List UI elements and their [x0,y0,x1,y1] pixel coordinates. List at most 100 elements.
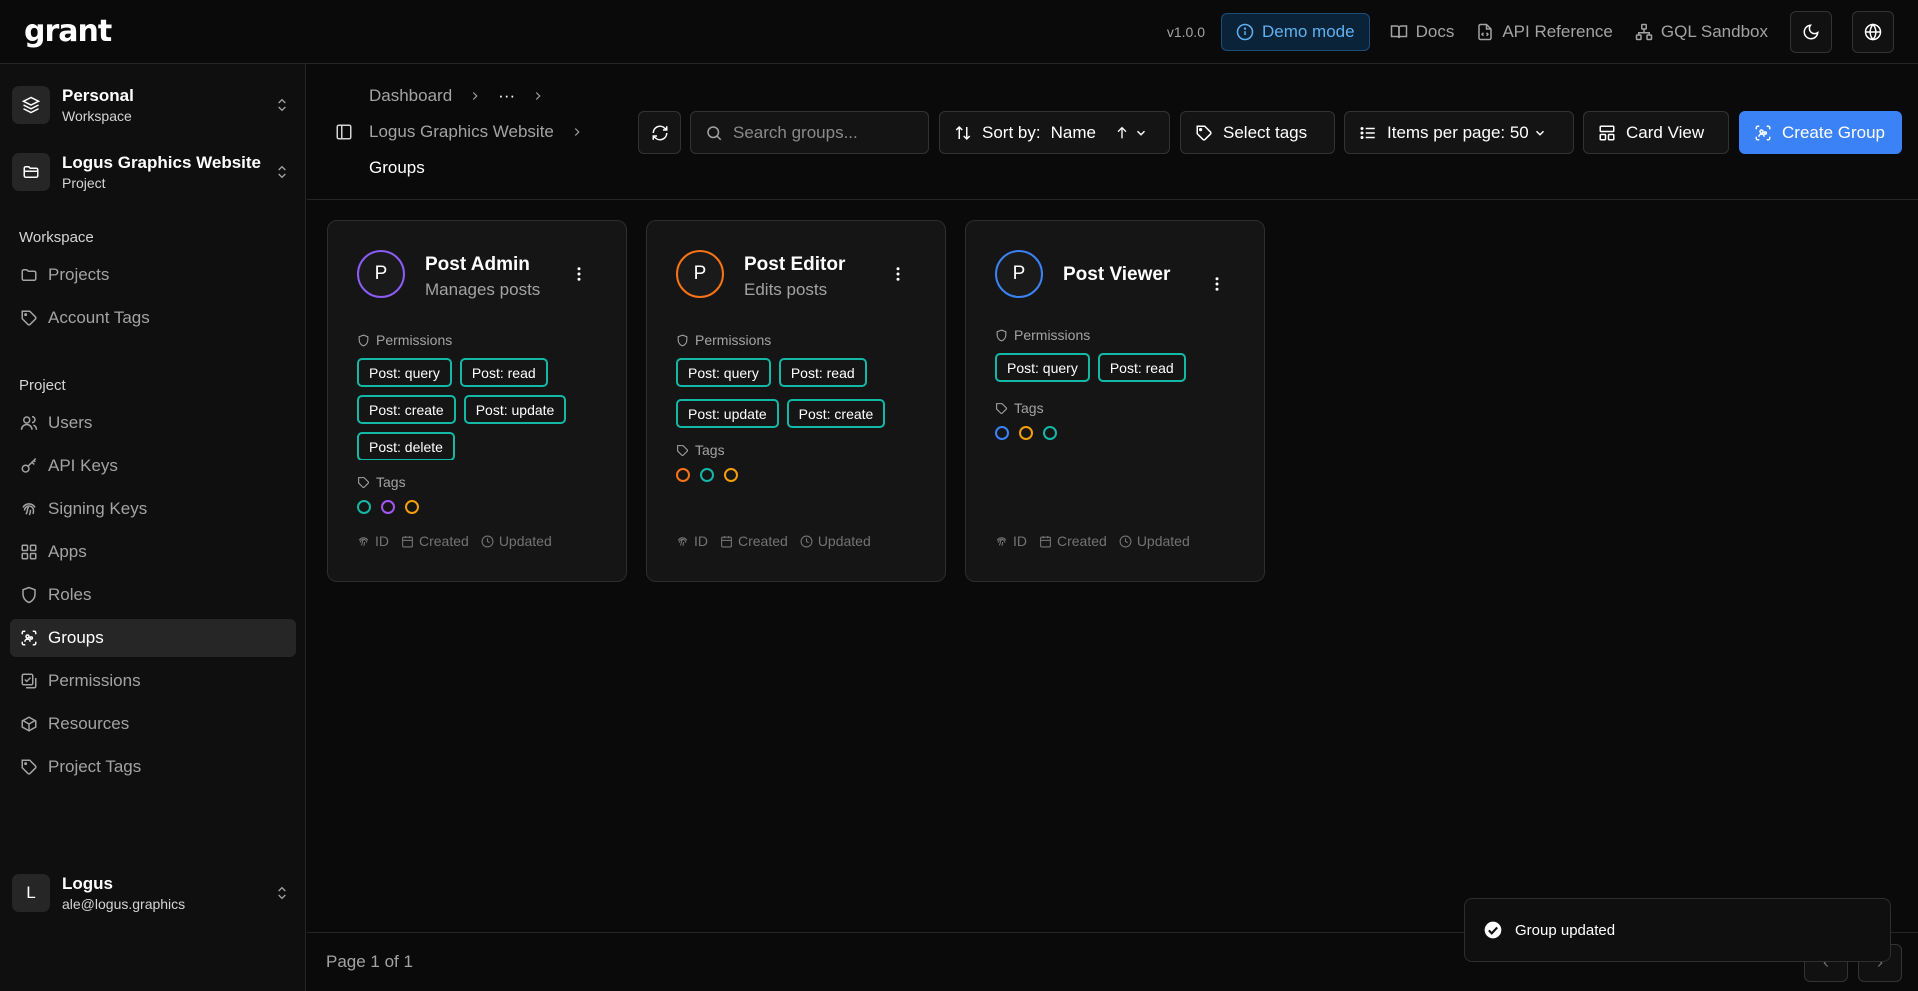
permission-list: Post: query Post: read [995,353,1245,390]
sidebar-item-label: Permissions [48,671,141,690]
user-name: Logus [62,874,113,893]
group-card[interactable]: P Post Admin Manages posts Permissions Post:… [327,220,627,582]
sidebar-item-account-tags[interactable]: Account Tags [10,299,296,337]
shield-icon [676,334,689,347]
demo-mode-button[interactable]: Demo mode [1220,12,1370,51]
sidebar-item-project-tags[interactable]: Project Tags [10,748,296,786]
language-button[interactable] [1852,10,1894,53]
sidebar-item-groups[interactable]: Groups [10,619,296,657]
tag-dot[interactable] [381,500,395,514]
tag-dot[interactable] [1043,426,1057,440]
sidebar-item-signing-keys[interactable]: Signing Keys [10,490,296,528]
tag-dot[interactable] [724,468,738,482]
docs-link[interactable]: Docs [1390,22,1454,42]
sidebar-item-label: Projects [48,265,110,284]
sidebar-item-users[interactable]: Users [10,404,296,442]
tag-icon [20,309,38,327]
chevrons-up-down-icon [274,164,290,180]
check-square-icon [20,672,38,690]
arrow-up-icon [1114,125,1130,141]
project-switcher[interactable]: Logus Graphics Website Project [12,145,296,199]
meta-id-label: ID [1013,533,1027,549]
create-group-button[interactable]: Create Group [1739,111,1902,154]
tags-heading: Tags [995,400,1044,416]
more-vertical-icon[interactable] [889,265,907,283]
search-field[interactable] [690,111,929,154]
permissions-label: Permissions [376,332,453,348]
more-vertical-icon[interactable] [570,265,588,283]
search-input[interactable] [733,122,913,143]
breadcrumb-dashboard[interactable]: Dashboard [369,86,452,106]
more-vertical-icon[interactable] [1208,275,1226,293]
file-code-icon [1476,23,1494,41]
shield-icon [995,329,1008,342]
permission-badge: Post: query [676,358,771,387]
sidebar-item-apps[interactable]: Apps [10,533,296,571]
users-icon [20,414,38,432]
sort-value-label: Name [1050,122,1096,142]
sidebar-item-label: Resources [48,714,130,733]
meta-created: Created [401,533,469,549]
create-group-label: Create Group [1782,122,1885,142]
key-icon [20,457,38,475]
refresh-button[interactable] [638,111,681,154]
permission-badge: Post: query [357,358,452,387]
sidebar-item-permissions[interactable]: Permissions [10,662,296,700]
sidebar-item-projects[interactable]: Projects [10,256,296,294]
view-toggle-button[interactable]: Card View [1583,111,1729,154]
group-avatar: P [357,250,405,298]
items-per-page-select[interactable]: Items per page: 50 [1344,111,1574,154]
sort-button[interactable]: Sort by: Name [939,111,1170,154]
clock-icon [800,535,813,548]
api-reference-link[interactable]: API Reference [1476,22,1613,42]
tag-dot[interactable] [676,468,690,482]
app-logo[interactable]: grant [24,14,112,49]
fingerprint-icon [676,535,689,548]
group-meta: ID Created Updated [676,533,871,549]
breadcrumb-ellipsis[interactable]: ··· [498,86,515,106]
sidebar-item-roles[interactable]: Roles [10,576,296,614]
tag-dot[interactable] [1019,426,1033,440]
user-menu[interactable]: L Logus ale@logus.graphics [12,866,296,920]
workspace-switcher[interactable]: Personal Workspace [12,78,296,132]
refresh-icon [651,124,669,142]
sort-prefix-label: Sort by: [982,122,1041,142]
sidebar-item-label: Groups [48,628,104,647]
group-icon [20,629,38,647]
project-type: Project [62,175,106,191]
toast-message: Group updated [1515,921,1616,939]
meta-id: ID [676,533,708,549]
sidebar-toggle-icon[interactable] [335,123,353,141]
permissions-label: Permissions [695,332,772,348]
tag-dot[interactable] [357,500,371,514]
breadcrumb-project[interactable]: Logus Graphics Website [369,122,554,142]
check-circle-icon [1483,920,1503,940]
workspace-name: Personal [62,86,134,105]
moon-icon [1802,23,1820,41]
group-card[interactable]: P Post Viewer Permissions Post: query Post: … [965,220,1265,582]
tag-dot[interactable] [405,500,419,514]
page-header: Dashboard ··· Logus Graphics Website Gro… [307,64,1918,200]
calendar-icon [720,535,733,548]
breadcrumb-current: Groups [369,158,425,177]
select-tags-button[interactable]: Select tags [1180,111,1335,154]
layout-icon [1598,124,1616,142]
sidebar-item-api-keys[interactable]: API Keys [10,447,296,485]
chevrons-up-down-icon [274,885,290,901]
user-email: ale@logus.graphics [62,896,186,912]
group-avatar: P [676,250,724,298]
sidebar-item-resources[interactable]: Resources [10,705,296,743]
group-card[interactable]: P Post Editor Edits posts Permissions Post: … [646,220,946,582]
tags-label: Tags [1014,400,1044,416]
meta-created-label: Created [419,533,469,549]
chevron-right-icon [473,92,478,100]
meta-created: Created [720,533,788,549]
tag-dot[interactable] [995,426,1009,440]
tags-label: Tags [376,474,406,490]
gql-sandbox-link[interactable]: GQL Sandbox [1635,22,1768,42]
book-icon [1390,23,1408,41]
tag-dot[interactable] [700,468,714,482]
theme-toggle-button[interactable] [1790,10,1832,53]
fingerprint-icon [995,535,1008,548]
meta-updated-label: Updated [498,533,552,549]
